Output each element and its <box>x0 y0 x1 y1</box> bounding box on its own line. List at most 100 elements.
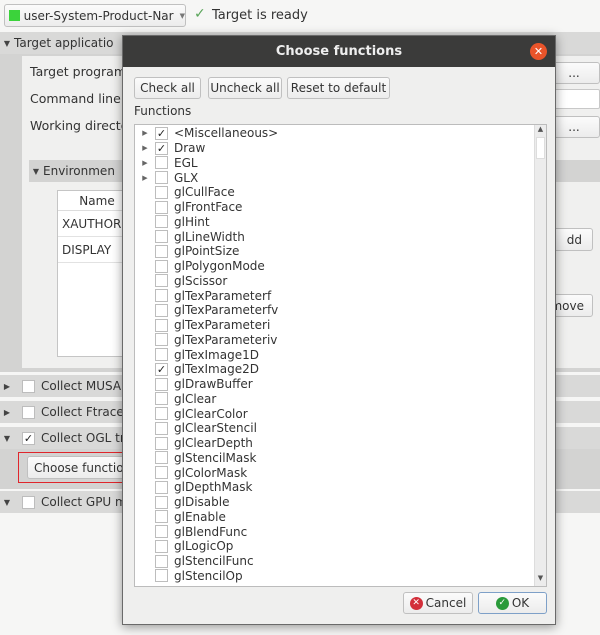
ok-button[interactable]: ✓ OK <box>478 592 547 614</box>
function-item[interactable]: glDrawBuffer <box>135 377 546 392</box>
function-label: glTexImage2D <box>174 362 259 377</box>
choose-functions-dialog: Choose functions ✕ Check all Uncheck all… <box>122 35 556 625</box>
function-checkbox[interactable]: ✓ <box>155 126 168 140</box>
function-label: glDrawBuffer <box>174 377 253 392</box>
function-item[interactable]: glTexParameterf <box>135 288 546 303</box>
close-icon[interactable]: ✕ <box>530 43 547 60</box>
function-label: glStencilFunc <box>174 554 254 569</box>
function-checkbox[interactable] <box>155 333 168 347</box>
scrollbar-thumb[interactable] <box>536 137 545 159</box>
function-checkbox[interactable]: ✓ <box>155 362 168 376</box>
function-label: glEnable <box>174 509 226 524</box>
function-item[interactable]: glDepthMask <box>135 480 546 495</box>
function-checkbox[interactable] <box>155 569 168 583</box>
function-checkbox[interactable] <box>155 230 168 244</box>
function-item[interactable]: glColorMask <box>135 465 546 480</box>
expand-arrow-icon[interactable]: ▶ <box>135 129 155 137</box>
function-checkbox[interactable] <box>155 495 168 509</box>
function-item[interactable]: glLogicOp <box>135 539 546 554</box>
function-checkbox[interactable] <box>155 436 168 450</box>
expand-arrow-icon[interactable]: ▶ <box>135 159 155 167</box>
expand-arrow-icon[interactable]: ▶ <box>135 144 155 152</box>
expand-arrow-icon[interactable]: ▶ <box>135 174 155 182</box>
function-item[interactable]: glBlendFunc <box>135 524 546 539</box>
function-checkbox[interactable] <box>155 318 168 332</box>
function-label: glFrontFace <box>174 200 243 215</box>
function-checkbox[interactable] <box>155 392 168 406</box>
function-checkbox[interactable] <box>155 215 168 229</box>
function-item[interactable]: glScissor <box>135 274 546 289</box>
function-checkbox[interactable] <box>155 377 168 391</box>
reset-to-default-button[interactable]: Reset to default <box>287 77 390 99</box>
function-item[interactable]: glCullFace <box>135 185 546 200</box>
scroll-down-icon[interactable]: ▼ <box>535 574 546 586</box>
function-item[interactable]: ▶ ✓ Draw <box>135 141 546 156</box>
function-item[interactable]: glTexParameteri <box>135 318 546 333</box>
choose-functions-button[interactable]: Choose functio <box>27 456 127 479</box>
collect-ftrace-checkbox[interactable] <box>22 405 35 419</box>
function-label: glTexImage1D <box>174 347 259 362</box>
function-item[interactable]: ▶ GLX <box>135 170 546 185</box>
function-checkbox[interactable] <box>155 510 168 524</box>
function-item[interactable]: glClearStencil <box>135 421 546 436</box>
function-checkbox[interactable]: ✓ <box>155 141 168 155</box>
function-item[interactable]: glClearColor <box>135 406 546 421</box>
vertical-scrollbar[interactable]: ▲ ▼ <box>534 125 546 586</box>
function-checkbox[interactable] <box>155 348 168 362</box>
function-item[interactable]: glTexParameterfv <box>135 303 546 318</box>
collect-gpu-checkbox[interactable] <box>22 495 35 509</box>
section-label: Collect OGL tr <box>41 431 125 445</box>
function-checkbox[interactable] <box>155 259 168 273</box>
functions-list[interactable]: ▶ ✓ <Miscellaneous> ▶ ✓ Draw ▶ EGL ▶ GLX glCullFac… <box>134 124 547 587</box>
function-checkbox[interactable] <box>155 303 168 317</box>
target-combo[interactable]: user-System-Product-Nar ▼ <box>4 4 186 27</box>
function-checkbox[interactable] <box>155 554 168 568</box>
function-item[interactable]: glHint <box>135 215 546 230</box>
function-label: glClearColor <box>174 406 248 421</box>
function-label: glClearStencil <box>174 421 257 436</box>
function-checkbox[interactable] <box>155 525 168 539</box>
function-label: glTexParameterf <box>174 288 272 303</box>
check-all-button[interactable]: Check all <box>134 77 201 99</box>
function-checkbox[interactable] <box>155 289 168 303</box>
function-checkbox[interactable] <box>155 171 168 185</box>
function-label: glTexParameteri <box>174 318 271 333</box>
function-checkbox[interactable] <box>155 185 168 199</box>
function-checkbox[interactable] <box>155 466 168 480</box>
function-item[interactable]: glStencilMask <box>135 451 546 466</box>
function-checkbox[interactable] <box>155 451 168 465</box>
function-checkbox[interactable] <box>155 539 168 553</box>
uncheck-all-button[interactable]: Uncheck all <box>208 77 282 99</box>
function-label: glHint <box>174 214 210 229</box>
scroll-up-icon[interactable]: ▲ <box>535 125 546 137</box>
function-label: glPointSize <box>174 244 240 259</box>
function-item[interactable]: glStencilOp <box>135 569 546 584</box>
collect-ogl-checkbox[interactable]: ✓ <box>22 431 35 445</box>
function-item[interactable]: ▶ ✓ <Miscellaneous> <box>135 126 546 141</box>
add-label: dd <box>566 232 582 247</box>
function-item[interactable]: glFrontFace <box>135 200 546 215</box>
function-item[interactable]: glPointSize <box>135 244 546 259</box>
function-item[interactable]: glTexParameteriv <box>135 333 546 348</box>
function-checkbox[interactable] <box>155 156 168 170</box>
function-item[interactable]: glLineWidth <box>135 229 546 244</box>
function-checkbox[interactable] <box>155 200 168 214</box>
cancel-button[interactable]: ✕ Cancel <box>403 592 473 614</box>
reset-label: Reset to default <box>290 81 387 95</box>
function-item[interactable]: glEnable <box>135 510 546 525</box>
function-item[interactable]: glDisable <box>135 495 546 510</box>
function-item[interactable]: ▶ EGL <box>135 156 546 171</box>
function-item[interactable]: glStencilFunc <box>135 554 546 569</box>
function-item[interactable]: ✓ glTexImage2D <box>135 362 546 377</box>
function-checkbox[interactable] <box>155 274 168 288</box>
function-item[interactable]: glTexImage1D <box>135 347 546 362</box>
chevron-down-icon: ▼ <box>179 11 185 20</box>
function-item[interactable]: glPolygonMode <box>135 259 546 274</box>
function-item[interactable]: glClear <box>135 392 546 407</box>
function-checkbox[interactable] <box>155 244 168 258</box>
function-checkbox[interactable] <box>155 480 168 494</box>
collect-musa-checkbox[interactable] <box>22 379 35 393</box>
function-checkbox[interactable] <box>155 421 168 435</box>
function-item[interactable]: glClearDepth <box>135 436 546 451</box>
function-checkbox[interactable] <box>155 407 168 421</box>
